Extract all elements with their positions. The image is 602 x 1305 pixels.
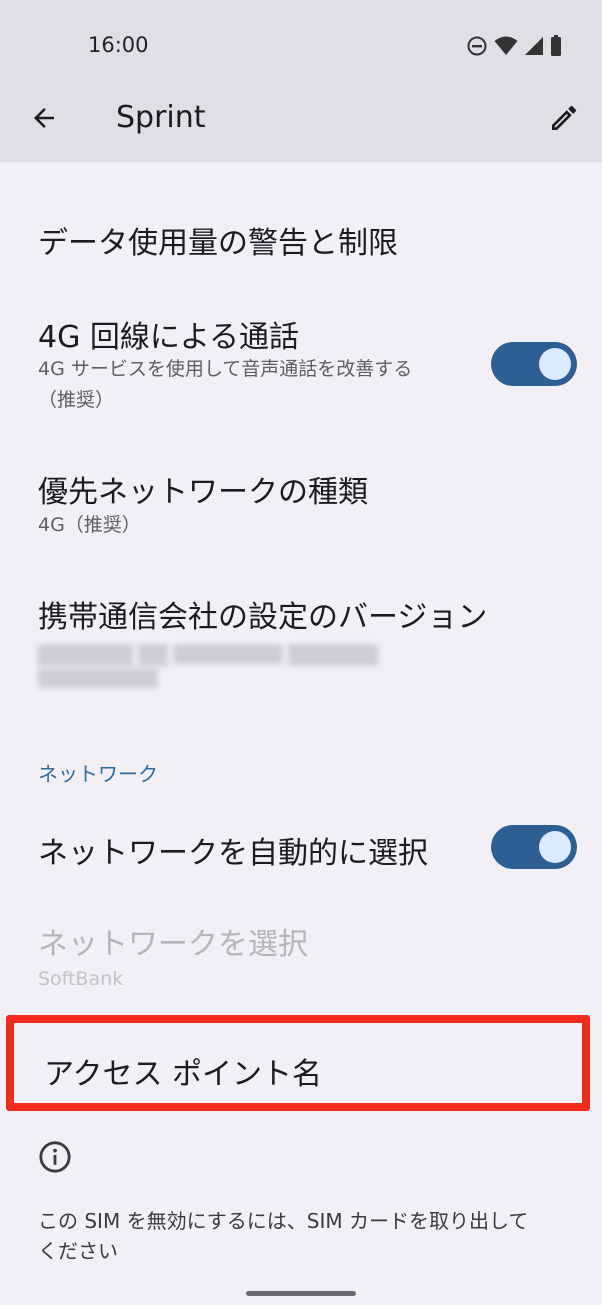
status-time: 16:00	[88, 33, 149, 57]
carrier-version-title: 携帯通信会社の設定のバージョン	[38, 600, 488, 635]
back-button[interactable]	[22, 96, 66, 140]
select-network-value: SoftBank	[38, 968, 124, 990]
wifi-icon	[494, 36, 518, 55]
data-warning-item[interactable]: データ使用量の警告と制限	[0, 200, 602, 280]
sim-removal-note-line2: ください	[38, 1239, 118, 1263]
volte-subtitle-line1: 4G サービスを使用して音声通話を改善する	[38, 358, 413, 380]
gesture-nav-bar[interactable]	[246, 1291, 356, 1296]
volte-toggle[interactable]	[491, 342, 577, 386]
auto-select-network-item[interactable]: ネットワークを自動的に選択	[0, 810, 602, 890]
edit-button[interactable]	[542, 96, 586, 140]
select-network-title: ネットワークを選択	[38, 927, 308, 962]
pencil-icon	[552, 105, 577, 130]
top-app-bar: 16:00 Sprint	[0, 0, 602, 162]
sim-removal-note: この SIM を無効にするには、SIM カードを取り出して ください	[38, 1206, 578, 1266]
auto-select-network-toggle[interactable]	[491, 825, 577, 869]
preferred-network-value: 4G（推奨）	[38, 514, 141, 536]
volte-item[interactable]: 4G 回線による通話 4G サービスを使用して音声通話を改善する （推奨）	[0, 300, 602, 425]
volte-subtitle-line2: （推奨）	[38, 389, 115, 411]
select-network-item: ネットワークを選択 SoftBank	[0, 905, 602, 1000]
auto-select-network-title: ネットワークを自動的に選択	[38, 836, 428, 871]
status-icons	[466, 33, 562, 59]
arrow-back-icon	[34, 108, 54, 128]
preferred-network-title: 優先ネットワークの種類	[38, 475, 368, 510]
apn-title: アクセス ポイント名	[44, 1057, 323, 1092]
page-title: Sprint	[116, 100, 206, 135]
network-section-header: ネットワーク	[38, 762, 158, 786]
info-icon	[39, 1141, 71, 1173]
do-not-disturb-icon	[467, 36, 487, 56]
data-warning-title: データ使用量の警告と制限	[38, 226, 398, 261]
toggle-thumb	[539, 831, 571, 863]
apn-item[interactable]: アクセス ポイント名	[6, 1015, 590, 1111]
volte-title: 4G 回線による通話	[38, 320, 299, 355]
toggle-thumb	[539, 348, 571, 380]
redacted-version-value	[38, 640, 418, 690]
preferred-network-item[interactable]: 優先ネットワークの種類 4G（推奨）	[0, 455, 602, 550]
sim-removal-note-line1: この SIM を無効にするには、SIM カードを取り出して	[38, 1209, 529, 1233]
cell-signal-icon	[525, 37, 543, 55]
battery-icon	[551, 35, 561, 56]
